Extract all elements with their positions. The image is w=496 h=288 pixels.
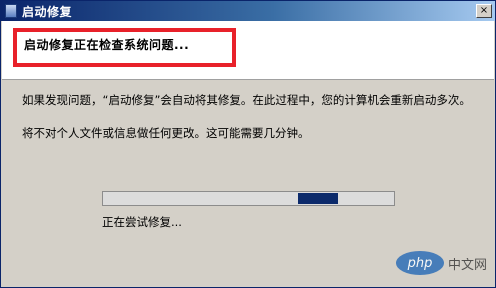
description-paragraph-2: 将不对个人文件或信息做任何更改。这可能需要几分钟。 xyxy=(22,126,310,140)
php-logo: php xyxy=(395,251,444,275)
watermark: php 中文网 xyxy=(395,251,487,275)
app-icon xyxy=(5,4,17,18)
watermark-site-text: 中文网 xyxy=(447,257,487,273)
window-title: 启动修复 xyxy=(22,4,73,19)
title-bar[interactable]: 启动修复 × xyxy=(1,1,495,21)
red-highlight-annotation xyxy=(13,28,236,67)
close-button[interactable]: × xyxy=(476,4,492,18)
progress-bar xyxy=(102,191,395,206)
startup-repair-window: 启动修复 × 启动修复正在检查系统问题... 如果发现问题，“启动修复”会自动将… xyxy=(0,0,496,288)
description-paragraph-1: 如果发现问题，“启动修复”会自动将其修复。在此过程中，您的计算机会重新启动多次。 xyxy=(22,93,471,107)
progress-marquee-segment xyxy=(298,193,338,204)
progress-status-text: 正在尝试修复... xyxy=(102,215,182,229)
